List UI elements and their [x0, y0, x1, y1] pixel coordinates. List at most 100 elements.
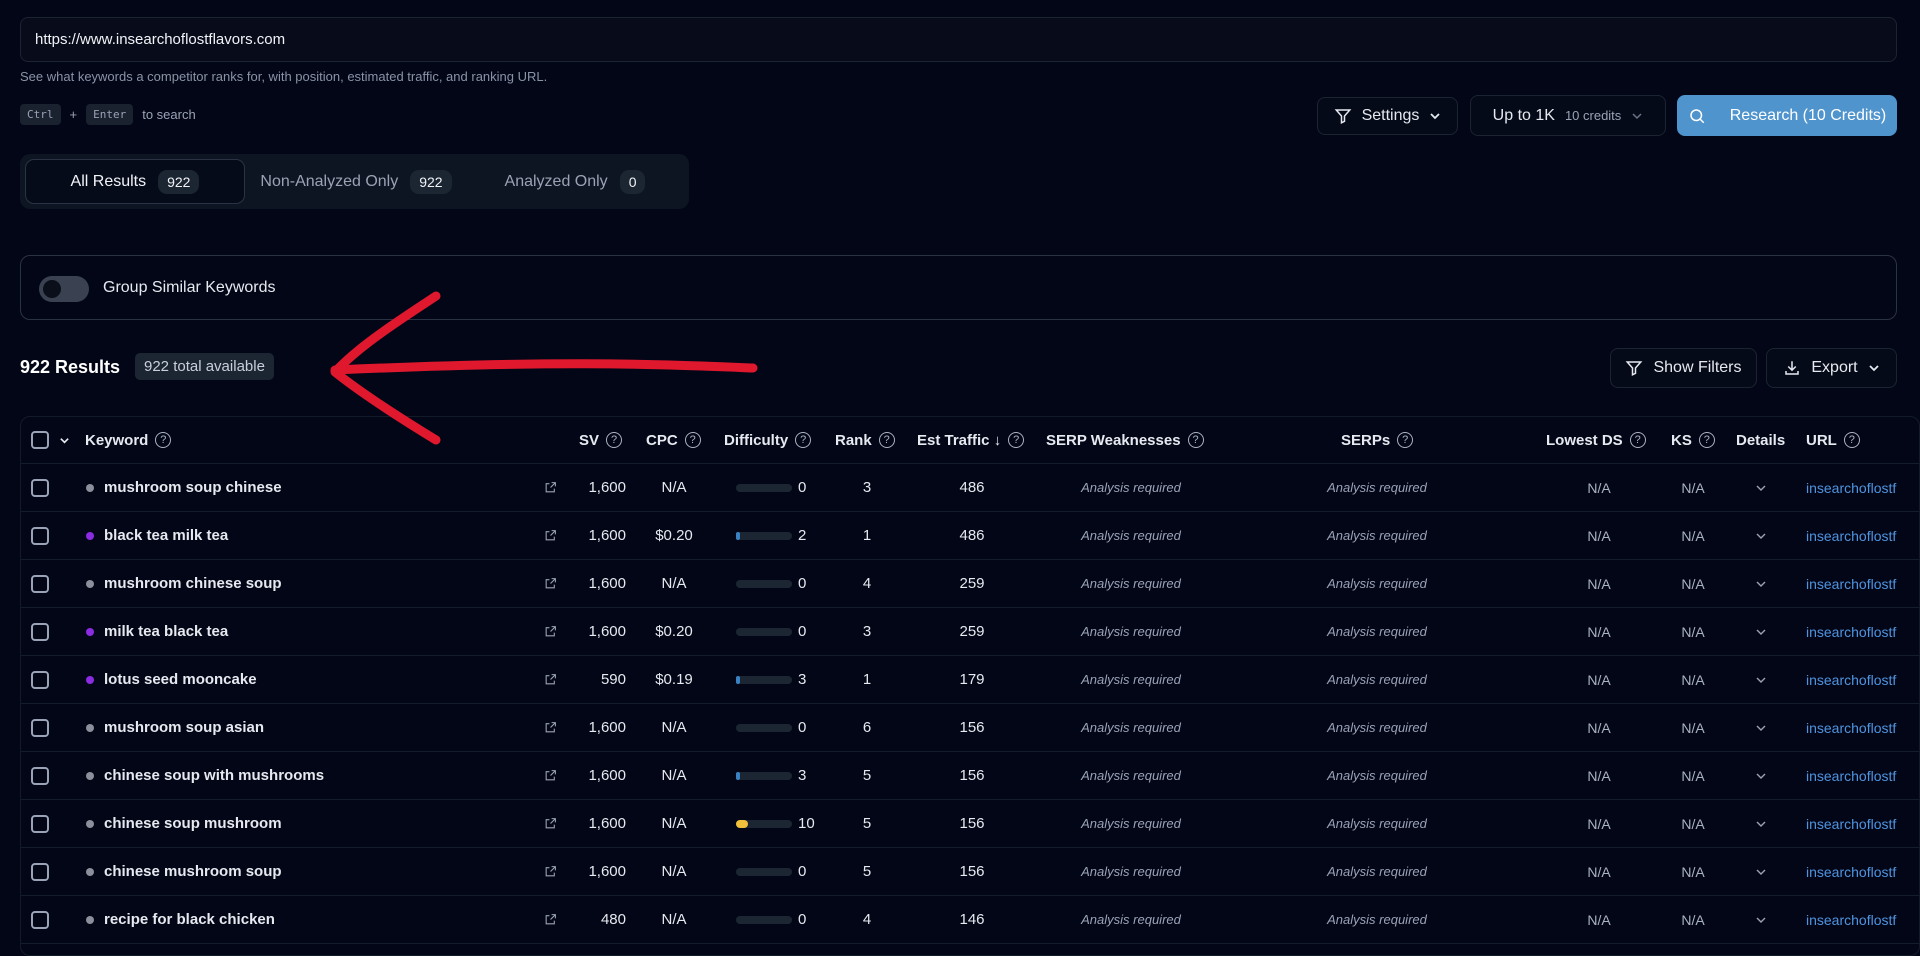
help-icon[interactable]: ? [1187, 432, 1204, 448]
external-link-icon[interactable] [544, 673, 557, 686]
help-icon[interactable]: ? [878, 432, 895, 448]
help-icon[interactable]: ? [684, 432, 701, 448]
header-keyword[interactable]: Keyword? [85, 417, 172, 463]
header-serp-weaknesses[interactable]: SERP Weaknesses? [1046, 417, 1204, 463]
external-link-icon[interactable] [544, 721, 557, 734]
difficulty-bar [736, 867, 792, 876]
chevron-down-icon[interactable] [59, 435, 70, 446]
external-link-icon[interactable] [544, 529, 557, 542]
table-row[interactable]: chinese soup mushroom 1,600 N/A 10 5 156… [21, 800, 1919, 848]
external-link-icon[interactable] [544, 817, 557, 830]
expand-details-icon[interactable] [1755, 482, 1767, 494]
ranking-url-link[interactable]: insearchoflostf [1806, 752, 1898, 799]
help-icon[interactable]: ? [795, 432, 812, 448]
header-url[interactable]: URL? [1806, 417, 1860, 463]
header-label: SERP Weaknesses [1046, 431, 1181, 449]
row-checkbox[interactable] [31, 574, 49, 593]
traffic-cell: 146 [959, 911, 985, 928]
help-icon[interactable]: ? [1629, 432, 1646, 448]
ranking-url-link[interactable]: insearchoflostf [1806, 464, 1898, 511]
expand-details-icon[interactable] [1755, 674, 1767, 686]
expand-details-icon[interactable] [1755, 866, 1767, 878]
row-checkbox[interactable] [31, 526, 49, 545]
help-icon[interactable]: ? [606, 432, 623, 448]
table-row[interactable]: mushroom soup asian 1,600 N/A 0 6 156 An… [21, 704, 1919, 752]
cpc-cell: N/A [661, 719, 687, 736]
tab-analyzed[interactable]: Analyzed Only 0 [470, 159, 680, 204]
help-icon[interactable]: ? [1843, 432, 1860, 448]
keyword-cell: chinese mushroom soup [104, 863, 282, 880]
expand-details-icon[interactable] [1755, 818, 1767, 830]
total-available-badge: 922 total available [135, 353, 274, 380]
table-row[interactable]: mushroom soup chinese 1,600 N/A 0 3 486 … [21, 464, 1919, 512]
header-est-traffic[interactable]: Est Traffic ↓? [917, 417, 1025, 463]
table-row[interactable]: recipe for black chicken 480 N/A 0 4 146… [21, 896, 1919, 944]
lowest-ds-cell: N/A [1587, 767, 1611, 784]
ks-cell: N/A [1681, 863, 1705, 880]
row-checkbox[interactable] [31, 478, 49, 497]
row-checkbox[interactable] [31, 910, 49, 929]
row-checkbox[interactable] [31, 814, 49, 833]
table-row[interactable]: chinese soup with mushrooms 1,600 N/A 3 … [21, 752, 1919, 800]
ranking-url-link[interactable]: insearchoflostf [1806, 608, 1898, 655]
row-checkbox[interactable] [31, 862, 49, 881]
tab-non-analyzed[interactable]: Non-Analyzed Only 922 [246, 159, 466, 204]
result-limit-select[interactable]: Up to 1K 10 credits [1470, 95, 1666, 136]
lowest-ds-cell: N/A [1587, 527, 1611, 544]
header-lowest-ds[interactable]: Lowest DS? [1546, 417, 1646, 463]
header-serps[interactable]: SERPs? [1341, 417, 1414, 463]
ranking-url-link[interactable]: insearchoflostf [1806, 704, 1898, 751]
row-checkbox[interactable] [31, 670, 49, 689]
difficulty-value: 2 [798, 527, 807, 544]
help-icon[interactable]: ? [1008, 432, 1025, 448]
ranking-url-link[interactable]: insearchoflostf [1806, 656, 1898, 703]
table-row[interactable]: chinese mushroom soup 1,600 N/A 0 5 156 … [21, 848, 1919, 896]
expand-details-icon[interactable] [1755, 722, 1767, 734]
help-icon[interactable]: ? [155, 432, 172, 448]
external-link-icon[interactable] [544, 625, 557, 638]
select-all-checkbox[interactable] [31, 431, 49, 449]
header-cpc[interactable]: CPC? [646, 417, 701, 463]
table-row[interactable]: milk tea black tea 1,600 $0.20 0 3 259 A… [21, 608, 1919, 656]
ranking-url-link[interactable]: insearchoflostf [1806, 896, 1898, 943]
ranking-url-link[interactable]: insearchoflostf [1806, 512, 1898, 559]
difficulty-cell: 3 [736, 752, 806, 799]
row-checkbox[interactable] [31, 766, 49, 785]
cpc-cell: $0.20 [655, 527, 693, 544]
external-link-icon[interactable] [544, 865, 557, 878]
external-link-icon[interactable] [544, 913, 557, 926]
expand-details-icon[interactable] [1755, 578, 1767, 590]
research-button[interactable]: Research (10 Credits) [1677, 95, 1897, 136]
external-link-icon[interactable] [544, 769, 557, 782]
table-row[interactable]: black tea milk tea 1,600 $0.20 2 1 486 A… [21, 512, 1919, 560]
help-icon[interactable]: ? [1397, 432, 1414, 448]
header-ks[interactable]: KS? [1671, 417, 1715, 463]
table-row[interactable]: mushroom chinese soup 1,600 N/A 0 4 259 … [21, 560, 1919, 608]
expand-details-icon[interactable] [1755, 530, 1767, 542]
tab-count: 922 [158, 169, 200, 194]
ranking-url-link[interactable]: insearchoflostf [1806, 848, 1898, 895]
external-link-icon[interactable] [544, 577, 557, 590]
serps-cell: Analysis required [1327, 768, 1427, 783]
competitor-url-input[interactable] [20, 17, 1897, 62]
expand-details-icon[interactable] [1755, 914, 1767, 926]
rank-cell: 3 [862, 623, 872, 640]
row-checkbox[interactable] [31, 622, 49, 641]
header-sv[interactable]: SV? [579, 417, 623, 463]
ranking-url-link[interactable]: insearchoflostf [1806, 560, 1898, 607]
help-icon[interactable]: ? [1698, 432, 1715, 448]
expand-details-icon[interactable] [1755, 626, 1767, 638]
group-similar-toggle[interactable] [39, 276, 89, 302]
header-rank[interactable]: Rank? [835, 417, 895, 463]
table-row[interactable]: lotus seed mooncake 590 $0.19 3 1 179 An… [21, 656, 1919, 704]
difficulty-value: 0 [798, 479, 807, 496]
export-button[interactable]: Export [1766, 348, 1897, 388]
show-filters-button[interactable]: Show Filters [1610, 348, 1757, 388]
settings-button[interactable]: Settings [1317, 97, 1458, 135]
external-link-icon[interactable] [544, 481, 557, 494]
expand-details-icon[interactable] [1755, 770, 1767, 782]
row-checkbox[interactable] [31, 718, 49, 737]
tab-all-results[interactable]: All Results 922 [25, 159, 245, 204]
ranking-url-link[interactable]: insearchoflostf [1806, 800, 1898, 847]
header-difficulty[interactable]: Difficulty? [724, 417, 812, 463]
